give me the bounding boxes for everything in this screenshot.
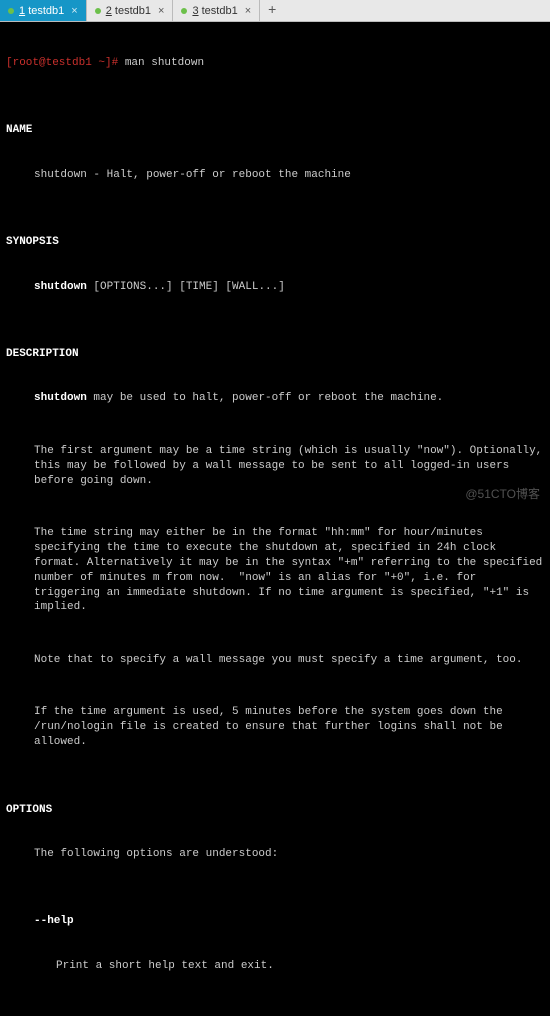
desc-p2: The first argument may be a time string … (6, 444, 544, 489)
option-flag: --help (6, 914, 544, 929)
status-dot-icon (181, 8, 187, 14)
options-intro: The following options are understood: (6, 847, 544, 862)
desc-p1: shutdown may be used to halt, power-off … (6, 391, 544, 406)
tab-1[interactable]: 1 testdb1 × (0, 0, 87, 21)
tab-label: 1 testdb1 (19, 5, 64, 17)
status-dot-icon (8, 8, 14, 14)
close-icon[interactable]: × (243, 5, 253, 17)
prompt-line: [root@testdb1 ~]# man shutdown (6, 56, 544, 71)
command-text: man shutdown (125, 57, 204, 69)
section-options-header: OPTIONS (6, 803, 544, 818)
terminal-output: [root@testdb1 ~]# man shutdown NAME shut… (0, 22, 550, 1016)
desc-p5: If the time argument is used, 5 minutes … (6, 705, 544, 750)
desc-p4: Note that to specify a wall message you … (6, 653, 544, 668)
close-icon[interactable]: × (69, 5, 79, 17)
name-body: shutdown - Halt, power-off or reboot the… (6, 168, 544, 183)
synopsis-line: shutdown [OPTIONS...] [TIME] [WALL...] (6, 280, 544, 295)
section-name-header: NAME (6, 123, 544, 138)
status-dot-icon (95, 8, 101, 14)
tab-label: 2 testdb1 (106, 5, 151, 17)
new-tab-button[interactable]: + (260, 0, 284, 21)
tab-2[interactable]: 2 testdb1 × (87, 0, 174, 21)
close-icon[interactable]: × (156, 5, 166, 17)
section-synopsis-header: SYNOPSIS (6, 235, 544, 250)
desc-p3: The time string may either be in the for… (6, 526, 544, 615)
tab-label: 3 testdb1 (192, 5, 237, 17)
section-description-header: DESCRIPTION (6, 347, 544, 362)
shell-prompt: [root@testdb1 ~]# (6, 57, 125, 69)
option-desc: Print a short help text and exit. (6, 959, 544, 974)
tab-3[interactable]: 3 testdb1 × (173, 0, 260, 21)
tab-bar: 1 testdb1 × 2 testdb1 × 3 testdb1 × + (0, 0, 550, 22)
